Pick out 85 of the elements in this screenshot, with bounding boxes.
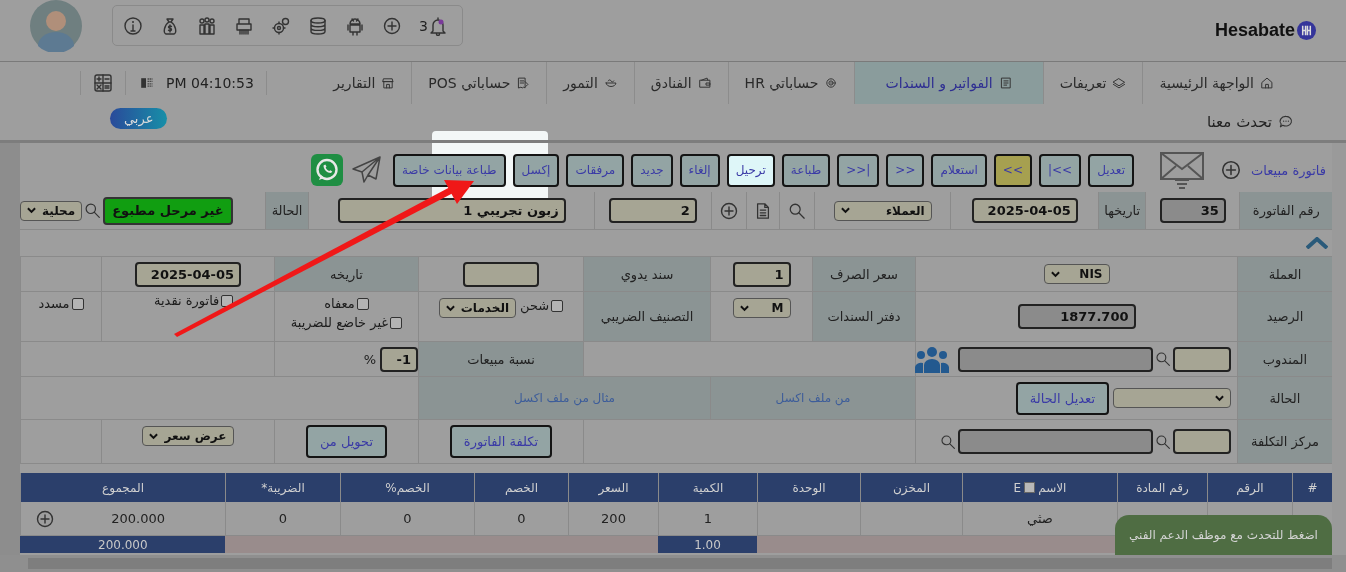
field-label: تاريخها <box>1104 203 1141 218</box>
toolbar-button[interactable]: جديد <box>631 153 673 187</box>
toolbar-button[interactable]: طباعة <box>781 153 831 187</box>
field-label: نسبة مبيعات <box>467 351 535 367</box>
table-cell: 1 <box>703 511 713 526</box>
percent-sign: % <box>363 351 376 367</box>
column-header: الخصم <box>474 473 568 502</box>
table-cell: 200.000 <box>111 511 165 526</box>
chat-link[interactable]: تحدث معنا <box>1207 113 1294 131</box>
notification-count: 3 <box>419 17 428 34</box>
column-header: الكمية <box>658 473 757 502</box>
field-label: الرصيد <box>1266 309 1304 324</box>
input-field[interactable]: 2 <box>608 198 697 223</box>
input-field[interactable]: 2025-04-05 <box>135 261 241 287</box>
table-cell: 0 <box>517 511 526 526</box>
field-label: مركز التكلفة <box>1250 434 1320 449</box>
toolbar-button[interactable]: طباعة بيانات خاصة <box>392 153 506 187</box>
checkbox-label: شحن <box>520 298 550 313</box>
toolbar-button[interactable]: إكسل <box>512 153 560 187</box>
support-chat-bubble[interactable]: اضغط للتحدث مع موظف الدعم الفني <box>1115 515 1332 555</box>
column-header: # <box>1292 473 1332 502</box>
checkbox-label: معفاه <box>324 296 355 311</box>
convert-from-button[interactable]: تحويل من <box>305 425 388 458</box>
toolbar-button[interactable]: إلغاء <box>679 153 720 187</box>
dropdown[interactable]: العملاء <box>833 200 932 221</box>
toolbar-button[interactable]: تعديل <box>1088 153 1134 187</box>
field-label: العملة <box>1268 266 1302 282</box>
dropdown[interactable]: M <box>732 298 791 318</box>
column-header: الوحدة <box>757 473 860 502</box>
input-field[interactable]: 2025-04-05 <box>971 198 1078 223</box>
nav-tab[interactable]: الفواتير و السندات <box>854 62 1043 104</box>
logo-text: Hesabate <box>1214 20 1295 41</box>
input-field[interactable]: 1877.700 <box>1017 304 1136 329</box>
dropdown[interactable]: الخدمات <box>438 298 516 318</box>
field-label: المندوب <box>1262 351 1308 367</box>
nav-tab[interactable]: حساباتي POS <box>411 62 547 104</box>
field-label: تاريخه <box>330 266 363 282</box>
status-badge: غير مرحل مطبوع <box>103 196 233 225</box>
column-header: الرقم <box>1207 473 1292 502</box>
input-field[interactable]: -1 <box>380 346 418 372</box>
field-label: الحالة <box>1269 390 1301 406</box>
table-cell: صثي <box>1027 511 1053 526</box>
toolbar-button[interactable]: استعلام <box>931 153 987 187</box>
input-field[interactable]: زبون تجريبي 1 <box>337 198 566 223</box>
toolbar-button[interactable]: >>| <box>837 153 880 187</box>
toolbar-button[interactable]: |<< <box>1038 153 1082 187</box>
language-button[interactable]: عربي <box>110 107 168 129</box>
nav-tab[interactable]: الفنادق <box>633 62 728 104</box>
dropdown[interactable]: NIS <box>1043 264 1110 284</box>
nav-tab[interactable]: التمور <box>546 62 634 104</box>
field-label: رقم الفاتورة <box>1252 203 1320 218</box>
dropdown[interactable]: عرض سعر <box>142 426 234 446</box>
edit-status-button[interactable]: تعديل الحالة <box>1015 381 1109 415</box>
toolbar-button[interactable]: << <box>993 153 1032 187</box>
table-cell: 0 <box>278 511 288 526</box>
form-title-link[interactable]: فاتورة مبيعات <box>1251 162 1326 178</box>
toolbar-button[interactable]: ترحيل <box>726 153 775 187</box>
column-header: رقم المادة <box>1117 473 1207 502</box>
field-label: الحالة <box>271 203 303 218</box>
table-cell: 0 <box>403 511 412 526</box>
invoice-cost-button[interactable]: تكلفة الفاتورة <box>449 425 553 458</box>
dropdown[interactable]: محلية <box>20 200 83 221</box>
nav-tab[interactable]: التقارير <box>317 62 412 104</box>
clock: PM 04:10:53 <box>166 75 254 91</box>
column-header: المخزن <box>860 473 962 502</box>
column-header: الخصم% <box>340 473 474 502</box>
field-label: دفتر السندات <box>827 309 901 324</box>
column-header: المجموع <box>20 473 225 502</box>
field-label: سند يدوي <box>620 266 674 282</box>
nav-tab[interactable]: حساباتي HR <box>727 62 855 104</box>
checkbox-label: مسدد <box>38 296 70 311</box>
checkbox-label: فاتورة نقدية <box>154 293 220 308</box>
nav-tab[interactable]: الواجهة الرئيسية <box>1142 62 1290 104</box>
table-cell: 200 <box>601 511 626 526</box>
input-field[interactable]: 35 <box>1159 198 1226 223</box>
toolbar-button[interactable]: مرفقات <box>566 153 625 187</box>
total-quantity: 1.00 <box>694 537 721 552</box>
column-header: الضريبة* <box>225 473 340 502</box>
toolbar-button[interactable]: >> <box>886 153 925 187</box>
input-field[interactable]: 1 <box>732 261 791 287</box>
total-amount: 200.000 <box>98 537 148 552</box>
checkbox-label: غير خاضع للضريبة <box>290 315 389 330</box>
column-header: السعر <box>568 473 658 502</box>
field-label: سعر الصرف <box>830 266 898 282</box>
field-label: التصنيف الضريبي <box>600 309 694 324</box>
